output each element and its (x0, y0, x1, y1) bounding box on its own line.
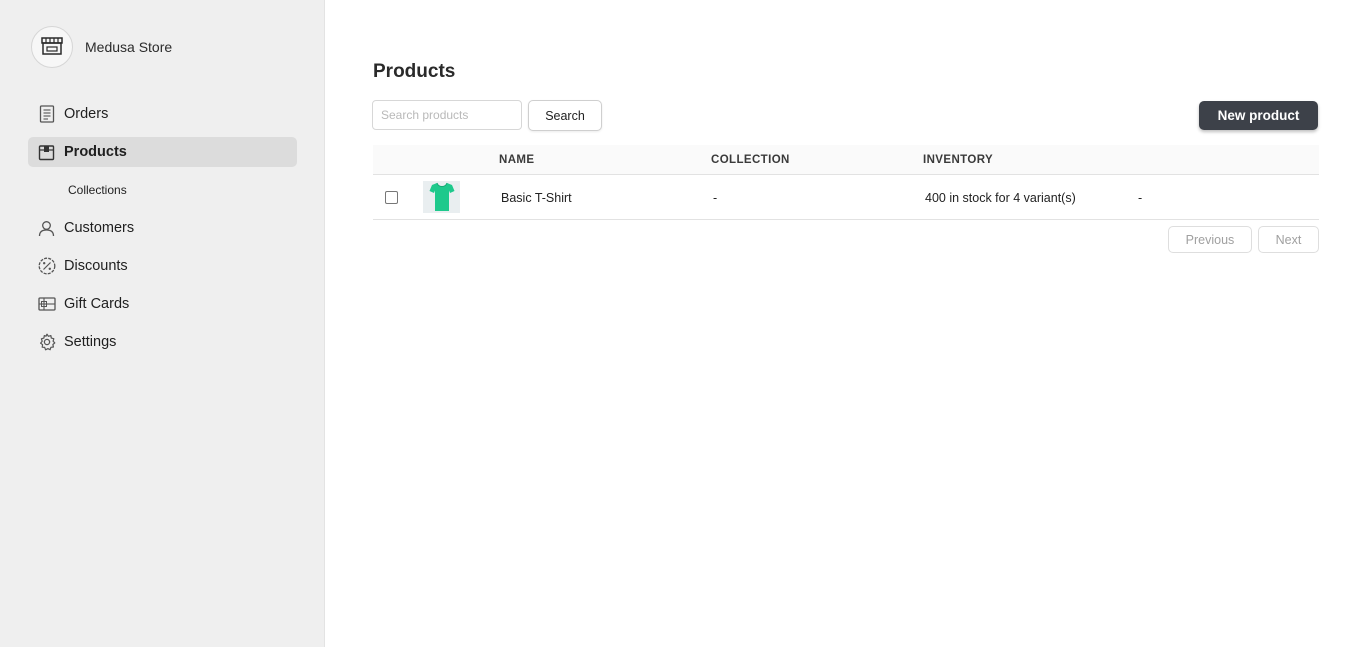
table-header: NAME COLLECTION INVENTORY (373, 145, 1319, 175)
tshirt-icon (429, 182, 454, 211)
new-product-button[interactable]: New product (1199, 101, 1318, 130)
product-extra: - (1138, 191, 1143, 205)
gear-icon (37, 333, 56, 352)
sidebar-item-discounts[interactable]: Discounts (28, 251, 297, 281)
products-table: NAME COLLECTION INVENTORY Basic T-Shirt … (373, 145, 1319, 220)
product-name[interactable]: Basic T-Shirt (501, 191, 572, 205)
sidebar-item-orders[interactable]: Orders (28, 99, 297, 129)
page-title: Products (373, 61, 456, 82)
sidebar-item-customers[interactable]: Customers (28, 213, 297, 243)
sidebar-item-label: Collections (68, 183, 127, 197)
receipt-icon (37, 105, 56, 124)
row-checkbox[interactable] (385, 191, 398, 204)
column-header-collection[interactable]: COLLECTION (711, 154, 790, 166)
sidebar-item-products[interactable]: Products (28, 137, 297, 167)
next-page-button[interactable]: Next (1258, 226, 1319, 253)
percent-icon (37, 257, 56, 276)
sidebar-item-label: Customers (64, 220, 135, 236)
sidebar-item-label: Settings (64, 334, 117, 350)
storefront-icon (41, 37, 63, 55)
sidebar-item-label: Orders (64, 106, 109, 122)
sidebar-item-settings[interactable]: Settings (28, 327, 297, 357)
sidebar-item-gift-cards[interactable]: Gift Cards (28, 289, 297, 319)
box-icon (37, 143, 56, 162)
product-collection: - (713, 191, 718, 205)
sidebar-item-collections[interactable]: Collections (28, 175, 297, 205)
previous-page-button[interactable]: Previous (1168, 226, 1252, 253)
sidebar-nav: Orders Products Collections Customers Di… (28, 99, 297, 365)
column-header-inventory[interactable]: INVENTORY (923, 154, 993, 166)
app: Medusa Store Orders Products Collections (0, 0, 1364, 647)
column-header-name[interactable]: NAME (499, 154, 534, 166)
product-inventory: 400 in stock for 4 variant(s) (925, 191, 1076, 205)
sidebar-item-label: Gift Cards (64, 296, 130, 312)
search-button[interactable]: Search (528, 100, 602, 131)
main-content: Products Search New product NAME COLLECT… (325, 0, 1364, 647)
sidebar-item-label: Discounts (64, 258, 128, 274)
sidebar: Medusa Store Orders Products Collections (0, 0, 325, 647)
store-name: Medusa Store (85, 39, 173, 55)
search-input[interactable] (372, 100, 522, 130)
store-avatar (31, 26, 73, 68)
gift-card-icon (37, 295, 56, 314)
table-row[interactable]: Basic T-Shirt - 400 in stock for 4 varia… (373, 175, 1319, 220)
user-icon (37, 219, 56, 238)
store-header[interactable]: Medusa Store (31, 26, 172, 68)
sidebar-item-label: Products (64, 144, 127, 160)
product-thumbnail (423, 181, 460, 213)
